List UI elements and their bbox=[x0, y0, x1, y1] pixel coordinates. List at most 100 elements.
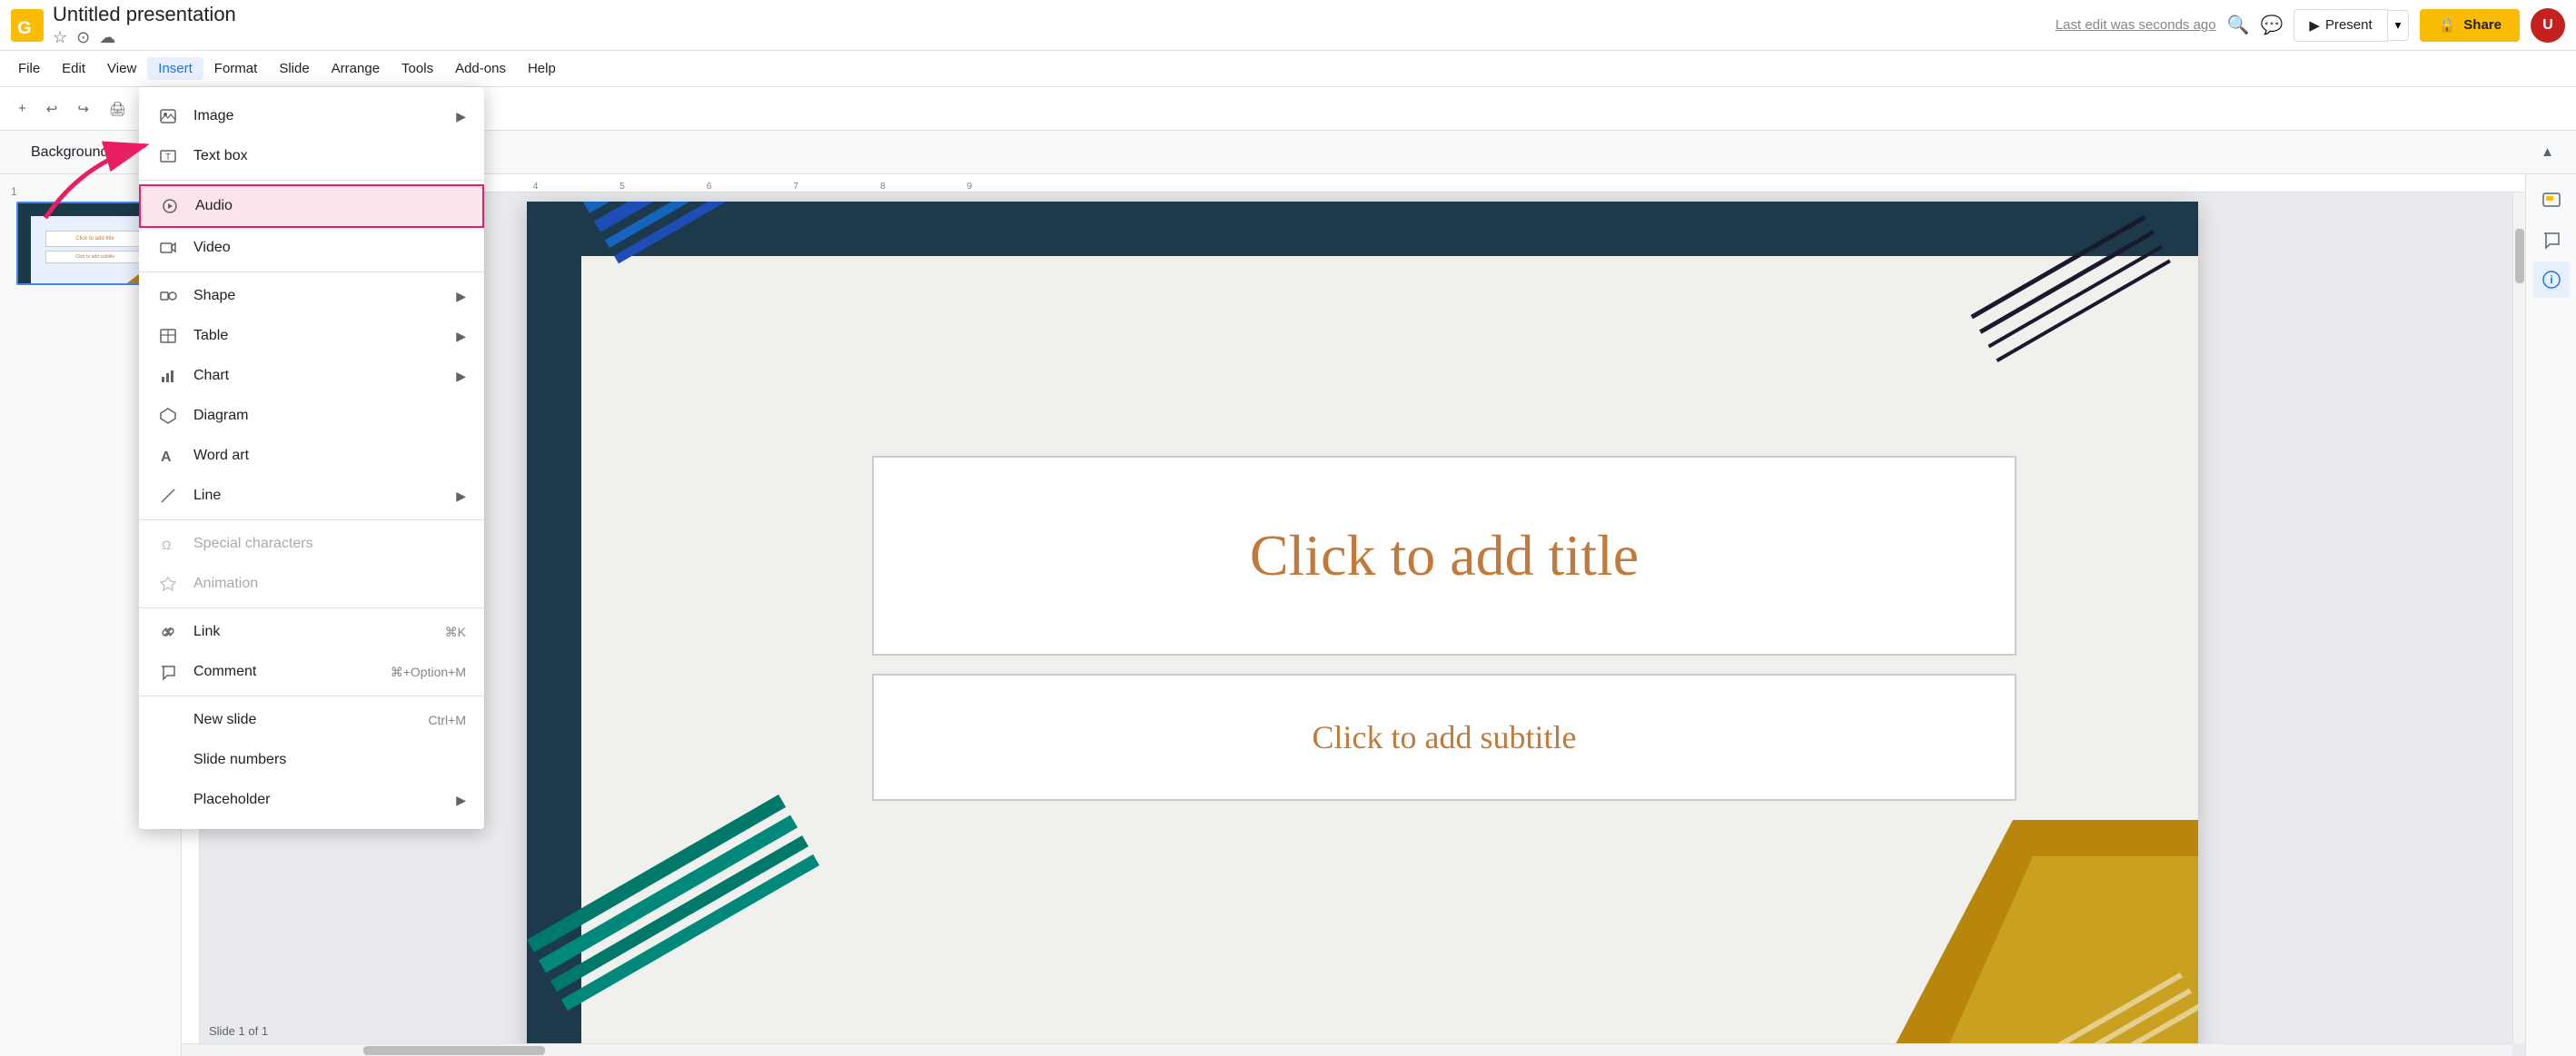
textbox-label: Text box bbox=[193, 148, 466, 164]
menu-item-special-chars: Ω Special characters bbox=[139, 524, 484, 564]
line-icon bbox=[157, 485, 179, 507]
share-button[interactable]: 🔒 Share bbox=[2420, 9, 2520, 42]
svg-text:G: G bbox=[17, 18, 31, 38]
chart-label: Chart bbox=[193, 368, 441, 384]
svg-text:i: i bbox=[2550, 273, 2552, 286]
app-logo[interactable]: G bbox=[11, 9, 44, 42]
menu-item-textbox[interactable]: T Text box bbox=[139, 136, 484, 176]
menu-item-table[interactable]: Table ▶ bbox=[139, 316, 484, 356]
menu-item-wordart[interactable]: A Word art bbox=[139, 436, 484, 476]
shape-icon bbox=[157, 285, 179, 307]
menu-insert[interactable]: Insert bbox=[147, 57, 203, 80]
menu-tools[interactable]: Tools bbox=[391, 57, 444, 80]
menu-bar: File Edit View Insert Format Slide Arran… bbox=[0, 51, 2576, 87]
cloud-icon[interactable]: ☁ bbox=[99, 28, 115, 47]
shape-arrow: ▶ bbox=[456, 289, 466, 304]
menu-file[interactable]: File bbox=[7, 57, 51, 80]
menu-slide[interactable]: Slide bbox=[268, 57, 320, 80]
wordart-icon: A bbox=[157, 445, 179, 467]
special-chars-icon: Ω bbox=[157, 533, 179, 555]
table-arrow: ▶ bbox=[456, 329, 466, 344]
title-area: Untitled presentation ☆ ⊙ ☁ bbox=[53, 3, 2056, 47]
slide-number: 1 bbox=[11, 185, 17, 198]
menu-section-media: Audio Video bbox=[139, 181, 484, 272]
right-panel-comment-icon[interactable] bbox=[2533, 222, 2570, 258]
vertical-scrollbar[interactable] bbox=[2512, 192, 2525, 1043]
comment-shortcut: ⌘+Option+M bbox=[391, 665, 466, 680]
canvas-area: 1 2 3 4 5 6 7 8 9 bbox=[182, 174, 2525, 1056]
menu-help[interactable]: Help bbox=[517, 57, 567, 80]
table-label: Table bbox=[193, 328, 441, 344]
comment-icon[interactable]: 💬 bbox=[2261, 14, 2284, 36]
diagram-label: Diagram bbox=[193, 408, 466, 424]
collapse-panel-btn[interactable]: ▲ bbox=[2533, 139, 2561, 165]
comment-menu-icon bbox=[157, 661, 179, 683]
right-panel-info-icon[interactable]: i bbox=[2533, 262, 2570, 298]
link-shortcut: ⌘K bbox=[445, 625, 466, 640]
menu-section-slides: New slide Ctrl+M Slide numbers Placehold… bbox=[139, 696, 484, 824]
slide-numbers-label: Slide numbers bbox=[193, 752, 466, 768]
placeholder-icon bbox=[157, 789, 179, 811]
present-button[interactable]: ▶ Present bbox=[2294, 9, 2387, 42]
comment-label: Comment bbox=[193, 664, 376, 680]
placeholder-label: Placeholder bbox=[193, 792, 441, 808]
menu-item-image[interactable]: Image ▶ bbox=[139, 96, 484, 136]
menu-section-basic: Image ▶ T Text box bbox=[139, 93, 484, 181]
image-label: Image bbox=[193, 108, 441, 124]
animation-label: Animation bbox=[193, 576, 466, 592]
menu-section-links: Link ⌘K Comment ⌘+Option+M bbox=[139, 608, 484, 696]
new-slide-label: New slide bbox=[193, 712, 413, 728]
svg-text:A: A bbox=[161, 449, 172, 465]
top-right-actions: Last edit was seconds ago 🔍 💬 ▶ Present … bbox=[2056, 8, 2565, 43]
menu-item-video[interactable]: Video bbox=[139, 228, 484, 268]
title-textbox[interactable]: Click to add title bbox=[872, 456, 2016, 656]
link-label: Link bbox=[193, 624, 431, 640]
chart-icon bbox=[157, 365, 179, 387]
menu-item-link[interactable]: Link ⌘K bbox=[139, 612, 484, 652]
image-arrow: ▶ bbox=[456, 109, 466, 124]
last-edit-text[interactable]: Last edit was seconds ago bbox=[2056, 17, 2216, 33]
right-panel-slides-icon[interactable] bbox=[2533, 182, 2570, 218]
table-icon bbox=[157, 325, 179, 347]
star-icon[interactable]: ☆ bbox=[53, 28, 67, 47]
menu-format[interactable]: Format bbox=[203, 57, 269, 80]
video-icon bbox=[157, 237, 179, 259]
menu-arrange[interactable]: Arrange bbox=[321, 57, 391, 80]
menu-edit[interactable]: Edit bbox=[51, 57, 96, 80]
right-panel: i bbox=[2525, 174, 2576, 1056]
menu-item-line[interactable]: Line ▶ bbox=[139, 476, 484, 516]
history-icon[interactable]: ⊙ bbox=[76, 28, 90, 47]
avatar[interactable]: U bbox=[2531, 8, 2565, 43]
menu-item-comment[interactable]: Comment ⌘+Option+M bbox=[139, 652, 484, 692]
slide-canvas[interactable]: Click to add title Click to add subtitle bbox=[527, 202, 2198, 1056]
doc-title[interactable]: Untitled presentation bbox=[53, 3, 2056, 26]
horizontal-scrollbar[interactable] bbox=[182, 1043, 2512, 1056]
menu-item-shape[interactable]: Shape ▶ bbox=[139, 276, 484, 316]
arrow-annotation bbox=[27, 91, 173, 236]
special-chars-label: Special characters bbox=[193, 536, 466, 552]
menu-item-diagram[interactable]: Diagram bbox=[139, 396, 484, 436]
present-caret-button[interactable]: ▾ bbox=[2388, 10, 2410, 41]
new-slide-icon bbox=[157, 709, 179, 731]
placeholder-arrow: ▶ bbox=[456, 793, 466, 808]
subtitle-placeholder: Click to add subtitle bbox=[1313, 718, 1577, 756]
line-label: Line bbox=[193, 488, 441, 504]
search-icon[interactable]: 🔍 bbox=[2227, 14, 2250, 36]
menu-item-new-slide[interactable]: New slide Ctrl+M bbox=[139, 700, 484, 740]
menu-view[interactable]: View bbox=[96, 57, 147, 80]
slide-counter: Slide 1 of 1 bbox=[209, 1024, 268, 1038]
diagram-icon bbox=[157, 405, 179, 427]
new-slide-shortcut: Ctrl+M bbox=[428, 713, 466, 727]
subtitle-textbox[interactable]: Click to add subtitle bbox=[872, 674, 2016, 801]
slide-numbers-icon bbox=[157, 749, 179, 771]
video-label: Video bbox=[193, 240, 466, 256]
animation-icon bbox=[157, 573, 179, 595]
menu-section-shapes: Shape ▶ Table ▶ Chart ▶ Diagram A bbox=[139, 272, 484, 520]
wordart-label: Word art bbox=[193, 448, 466, 464]
menu-item-placeholder[interactable]: Placeholder ▶ bbox=[139, 780, 484, 820]
menu-item-audio[interactable]: Audio bbox=[139, 184, 484, 228]
menu-item-chart[interactable]: Chart ▶ bbox=[139, 356, 484, 396]
menu-addons[interactable]: Add-ons bbox=[444, 57, 517, 80]
menu-item-slide-numbers[interactable]: Slide numbers bbox=[139, 740, 484, 780]
slides-toolbar-right: ▲ bbox=[2533, 139, 2561, 165]
